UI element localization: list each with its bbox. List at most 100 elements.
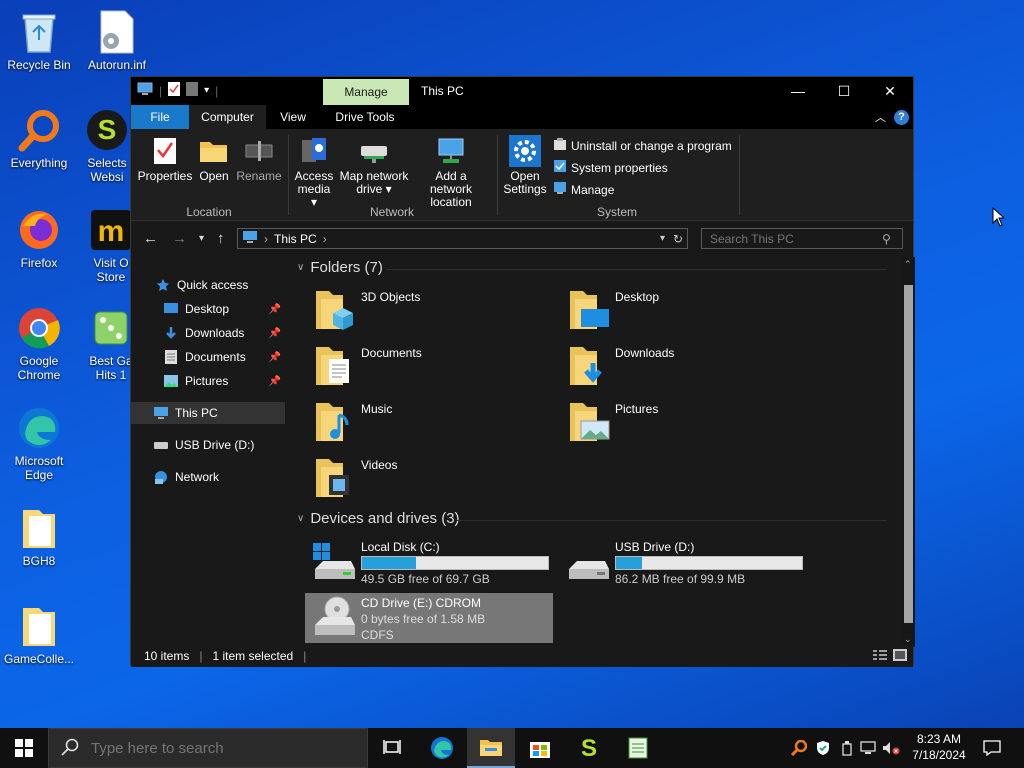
large-icons-view-icon[interactable]: [893, 648, 907, 664]
desktop-icon-selects-website[interactable]: S Selects Websi: [76, 106, 138, 184]
access-media-button[interactable]: Access media ▾: [293, 135, 335, 209]
back-arrow-icon[interactable]: ←: [143, 230, 158, 247]
taskbar-file-explorer[interactable]: [467, 728, 515, 768]
desktop-icon-firefox[interactable]: Firefox: [2, 206, 76, 270]
folder-documents[interactable]: Documents: [313, 343, 422, 387]
nav-quick-access[interactable]: Quick access: [131, 274, 285, 296]
folder-music[interactable]: Music: [313, 399, 392, 443]
tab-drive-tools[interactable]: Drive Tools: [326, 105, 404, 129]
tab-view[interactable]: View: [271, 105, 315, 129]
taskbar-s-app[interactable]: S: [565, 728, 613, 768]
up-arrow-icon[interactable]: ↑: [217, 230, 225, 247]
folder-3d-objects[interactable]: 3D Objects: [313, 287, 420, 331]
nav-documents[interactable]: Documents 📌: [131, 346, 285, 368]
address-bar-row: ← → ▾ ↑ › This PC › ▾ ↻ ⚲: [131, 223, 913, 253]
section-divider: [457, 520, 887, 521]
forward-arrow-icon[interactable]: →: [172, 230, 187, 247]
tab-file[interactable]: File: [131, 105, 189, 129]
collapse-ribbon-icon[interactable]: ︿: [875, 109, 886, 125]
devices-section-header[interactable]: ∨ Devices and drives (3): [297, 510, 460, 527]
tray-defender[interactable]: [812, 728, 834, 768]
refresh-icon[interactable]: ↻: [673, 232, 683, 246]
tray-network[interactable]: [858, 728, 880, 768]
map-network-drive-button[interactable]: Map network drive ▾: [337, 135, 411, 196]
tray-usb[interactable]: [836, 728, 858, 768]
pin-icon: 📌: [268, 303, 281, 315]
tab-computer[interactable]: Computer: [189, 105, 266, 129]
desktop-icon-autorun[interactable]: Autorun.inf: [80, 8, 154, 72]
open-button[interactable]: Open: [195, 135, 233, 183]
properties-button[interactable]: Properties: [137, 135, 193, 183]
drive-usb-d[interactable]: USB Drive (D:) 86.2 MB free of 99.9 MB: [559, 537, 807, 587]
properties-qat-icon[interactable]: [168, 82, 181, 99]
maximize-button[interactable]: ☐: [821, 77, 867, 105]
scroll-up-icon[interactable]: ⌃: [904, 259, 912, 270]
folder-desktop[interactable]: Desktop: [567, 287, 659, 331]
nav-downloads[interactable]: Downloads 📌: [131, 322, 285, 344]
taskbar-clock[interactable]: 8:23 AM 7/18/2024: [900, 731, 978, 763]
start-button[interactable]: [0, 728, 48, 768]
file-explorer-icon: [480, 740, 502, 756]
desktop-icon-gamecollection[interactable]: GameColle...: [2, 602, 76, 666]
tray-everything[interactable]: [788, 728, 810, 768]
desktop-icon-chrome[interactable]: Google Chrome: [2, 304, 76, 382]
svg-text:S: S: [581, 736, 597, 760]
task-view-button[interactable]: [368, 728, 416, 768]
folder-downloads[interactable]: Downloads: [567, 343, 674, 387]
manage-button[interactable]: Manage: [553, 181, 614, 198]
folder-videos[interactable]: Videos: [313, 455, 397, 499]
svg-text:m: m: [98, 215, 125, 248]
system-properties-button[interactable]: System properties: [553, 159, 668, 176]
add-network-location-button[interactable]: Add a network location: [413, 135, 489, 209]
close-button[interactable]: ✕: [867, 77, 913, 105]
address-bar[interactable]: › This PC › ▾ ↻: [237, 228, 688, 249]
breadcrumb-chevron-icon[interactable]: ›: [323, 232, 327, 246]
desktop-icon-bgh8[interactable]: BGH8: [2, 504, 76, 568]
details-view-icon[interactable]: [873, 649, 887, 664]
nav-usb-drive[interactable]: USB Drive (D:): [131, 434, 285, 456]
folder-pictures[interactable]: Pictures: [567, 399, 658, 443]
uninstall-program-button[interactable]: Uninstall or change a program: [553, 137, 732, 154]
shield-icon: [817, 741, 829, 755]
taskbar-search[interactable]: [48, 728, 368, 768]
folder-icon: [15, 504, 63, 552]
desktop-icon-recycle-bin[interactable]: Recycle Bin: [2, 8, 76, 72]
recent-locations-chevron-icon[interactable]: ▾: [199, 233, 204, 244]
nav-desktop[interactable]: Desktop 📌: [131, 298, 285, 320]
help-icon[interactable]: ?: [894, 109, 909, 125]
open-settings-button[interactable]: Open Settings: [503, 135, 547, 196]
desktop-icon-edge[interactable]: Microsoft Edge: [2, 404, 76, 482]
customize-qat-icon[interactable]: ▾: [204, 85, 209, 96]
breadcrumb-this-pc[interactable]: This PC: [274, 232, 317, 246]
drive-cd-e[interactable]: CD Drive (E:) CDROM 0 bytes free of 1.58…: [305, 593, 553, 643]
taskbar-notepad-app[interactable]: [614, 728, 662, 768]
rename-icon: [243, 135, 275, 167]
minimize-button[interactable]: —: [775, 77, 821, 105]
scrollbar-thumb[interactable]: [904, 285, 913, 623]
ribbon-separator: [497, 135, 498, 215]
desktop-icon-everything[interactable]: Everything: [2, 106, 76, 170]
vertical-scrollbar[interactable]: ⌃ ⌄: [901, 257, 915, 647]
nav-network[interactable]: Network: [131, 466, 285, 488]
this-pc-icon: [153, 405, 169, 421]
ribbon-computer: Properties Open Rename Location Access m…: [131, 129, 913, 221]
scroll-down-icon[interactable]: ⌄: [904, 634, 912, 645]
address-dropdown-icon[interactable]: ▾: [660, 233, 665, 244]
taskbar-edge[interactable]: [418, 728, 466, 768]
nav-this-pc[interactable]: This PC: [131, 402, 285, 424]
taskbar-search-input[interactable]: [91, 739, 351, 757]
action-center-button[interactable]: [980, 728, 1004, 768]
manage-icon: [553, 181, 567, 198]
search-input[interactable]: [701, 228, 903, 249]
new-folder-qat-icon[interactable]: [186, 82, 199, 99]
tray-volume[interactable]: [880, 728, 902, 768]
drive-local-disk-c[interactable]: Local Disk (C:) 49.5 GB free of 69.7 GB: [305, 537, 553, 587]
title-bar[interactable]: | ▾ | Manage This PC — ☐ ✕: [131, 77, 913, 105]
desktop-icon: [163, 301, 179, 317]
tab-manage[interactable]: Manage: [323, 79, 409, 105]
taskbar-store[interactable]: [516, 728, 564, 768]
pin-icon: 📌: [268, 351, 281, 363]
folders-section-header[interactable]: ∨ Folders (7): [297, 259, 383, 276]
rename-button[interactable]: Rename: [235, 135, 283, 183]
nav-pictures[interactable]: Pictures 📌: [131, 370, 285, 392]
